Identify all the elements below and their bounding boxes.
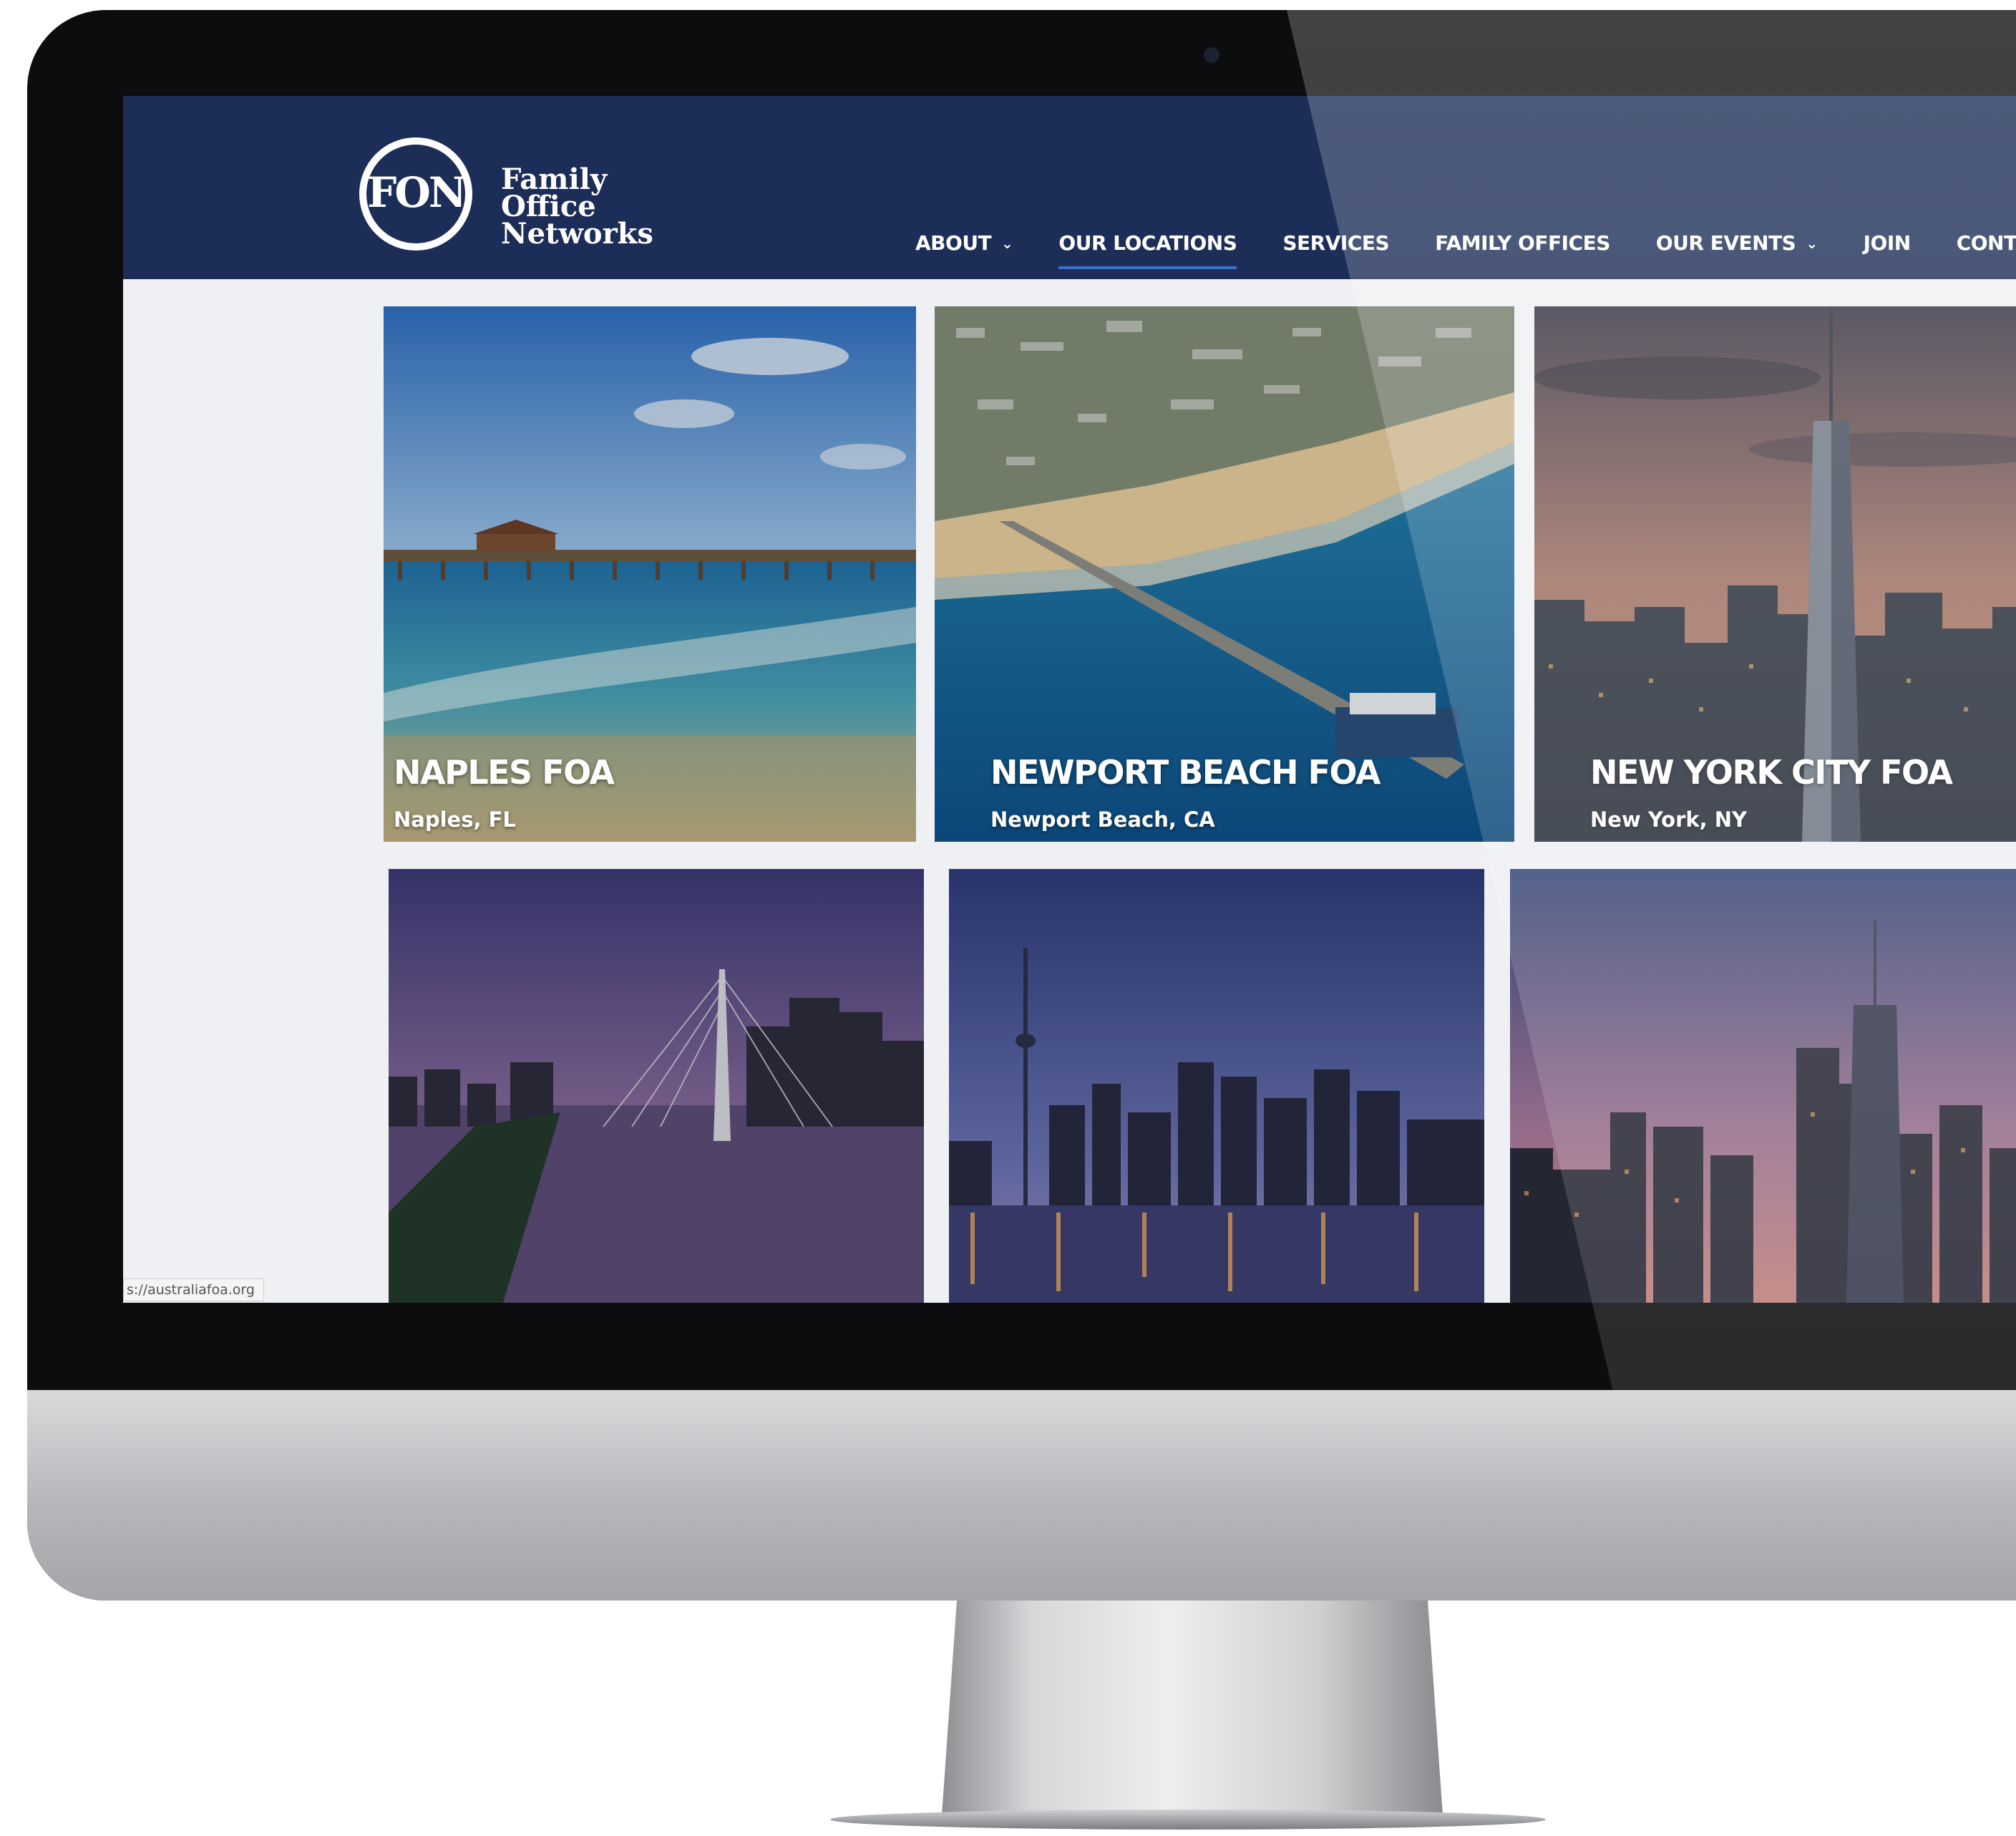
logo-mark[interactable]: FON [359, 167, 472, 218]
bridge-river-image [389, 869, 924, 1303]
location-title: NAPLES FOA [394, 753, 615, 792]
site-header: FON Family Office Networks ABOUT ⌄ OUR LO… [123, 96, 2016, 279]
browser-screen: FON Family Office Networks ABOUT ⌄ OUR LO… [123, 96, 2016, 1303]
nav-family-offices[interactable]: FAMILY OFFICES [1412, 222, 1633, 265]
chevron-down-icon: ⌄ [1806, 235, 1818, 252]
nav-label: FAMILY OFFICES [1435, 231, 1610, 255]
location-subtitle: Newport Beach, CA [990, 807, 1215, 832]
camera-dot [1204, 47, 1219, 63]
monitor-stand-base [830, 1810, 1546, 1830]
nav-label: OUR LOCATIONS [1058, 231, 1237, 255]
nav-label: ABOUT [915, 231, 992, 255]
location-title: NEWPORT BEACH FOA [990, 753, 1380, 792]
nav-label: CONTACT US [1956, 231, 2016, 255]
location-card-bridge-river[interactable] [389, 869, 924, 1303]
location-card-tower-skyline[interactable] [949, 869, 1484, 1303]
nav-our-locations[interactable]: OUR LOCATIONS [1036, 222, 1260, 269]
nav-join[interactable]: JOIN [1841, 222, 1934, 265]
location-title: NEW YORK CITY FOA [1590, 753, 1953, 792]
location-card-naples[interactable]: NAPLES FOA Naples, FL [384, 306, 916, 842]
nav-our-events[interactable]: OUR EVENTS ⌄ [1633, 222, 1841, 265]
nav-label: OUR EVENTS [1655, 231, 1796, 255]
nav-about[interactable]: ABOUT ⌄ [892, 222, 1036, 265]
monitor-stand [942, 1601, 1443, 1815]
city-lake-image [1510, 869, 2016, 1303]
location-card-newport-beach[interactable]: NEWPORT BEACH FOA Newport Beach, CA [935, 306, 1514, 842]
nav-label: SERVICES [1282, 231, 1390, 255]
logo-wordmark[interactable]: Family Office Networks [501, 165, 653, 251]
location-subtitle: New York, NY [1590, 807, 1748, 832]
status-bar-url: s://australiafoa.org [123, 1278, 264, 1301]
nav-contact-us[interactable]: CONTACT US [1934, 222, 2016, 265]
location-card-city-lake[interactable] [1510, 869, 2016, 1303]
imac-monitor: FON Family Office Networks ABOUT ⌄ OUR LO… [27, 10, 2016, 1601]
chevron-down-icon: ⌄ [1001, 235, 1013, 252]
nav-services[interactable]: SERVICES [1260, 222, 1412, 265]
logo-line: Networks [501, 217, 653, 251]
monitor-chin [27, 1390, 2016, 1601]
tower-skyline-image [949, 869, 1484, 1303]
location-subtitle: Naples, FL [394, 807, 516, 832]
nav-label: JOIN [1863, 231, 1912, 255]
location-card-new-york-city[interactable]: NEW YORK CITY FOA New York, NY [1534, 306, 2016, 842]
main-nav: ABOUT ⌄ OUR LOCATIONS SERVICES FAMILY OFF… [892, 222, 2016, 279]
